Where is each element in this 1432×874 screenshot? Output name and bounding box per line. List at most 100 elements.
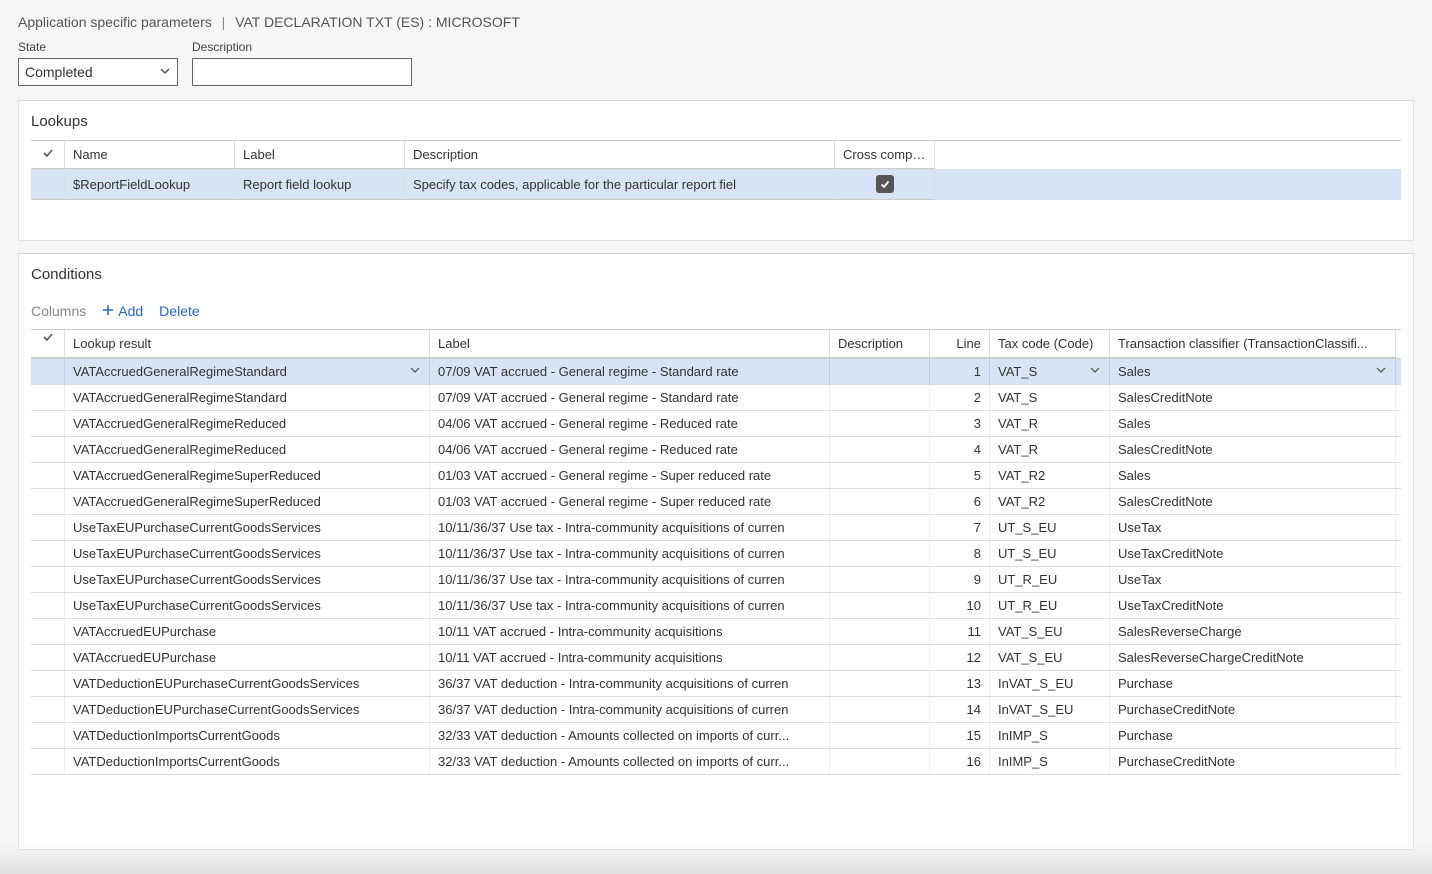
row-selector-cell[interactable] (31, 489, 65, 514)
cond-cell-taxcode[interactable]: VAT_R (990, 437, 1110, 462)
cond-cell-label[interactable]: 10/11/36/37 Use tax - Intra-community ac… (430, 515, 830, 540)
cond-cell-classifier[interactable]: Sales (1110, 359, 1396, 384)
cond-cell-classifier[interactable]: SalesCreditNote (1110, 489, 1396, 514)
cond-cell-lookup-result[interactable]: UseTaxEUPurchaseCurrentGoodsServices (65, 541, 430, 566)
cond-cell-line[interactable]: 9 (930, 567, 990, 592)
cond-cell-lookup-result[interactable]: VATAccruedGeneralRegimeSuperReduced (65, 489, 430, 514)
cond-cell-classifier[interactable]: Sales (1110, 411, 1396, 436)
cond-cell-description[interactable] (830, 515, 930, 540)
cond-cell-classifier[interactable]: SalesReverseCharge (1110, 619, 1396, 644)
cond-cell-description[interactable] (830, 411, 930, 436)
conditions-row[interactable]: VATAccruedGeneralRegimeReduced04/06 VAT … (31, 411, 1401, 437)
cond-cell-label[interactable]: 04/06 VAT accrued - General regime - Red… (430, 411, 830, 436)
cond-cell-taxcode[interactable]: InVAT_S_EU (990, 671, 1110, 696)
cond-cell-line[interactable]: 13 (930, 671, 990, 696)
row-selector-cell[interactable] (31, 697, 65, 722)
conditions-row[interactable]: VATAccruedGeneralRegimeStandard07/09 VAT… (31, 385, 1401, 411)
cond-cell-description[interactable] (830, 463, 930, 488)
cond-cell-lookup-result[interactable]: VATAccruedGeneralRegimeStandard (65, 385, 430, 410)
cond-cell-line[interactable]: 12 (930, 645, 990, 670)
row-selector-cell[interactable] (31, 385, 65, 410)
cond-cell-classifier[interactable]: UseTaxCreditNote (1110, 541, 1396, 566)
row-selector-cell[interactable] (31, 411, 65, 436)
cond-cell-classifier[interactable]: Sales (1110, 463, 1396, 488)
cond-cell-line[interactable]: 7 (930, 515, 990, 540)
row-selector-cell[interactable] (31, 619, 65, 644)
cond-cell-lookup-result[interactable]: UseTaxEUPurchaseCurrentGoodsServices (65, 593, 430, 618)
cond-cell-label[interactable]: 01/03 VAT accrued - General regime - Sup… (430, 489, 830, 514)
cond-cell-classifier[interactable]: UseTaxCreditNote (1110, 593, 1396, 618)
cond-cell-label[interactable]: 10/11/36/37 Use tax - Intra-community ac… (430, 567, 830, 592)
row-selector-cell[interactable] (31, 671, 65, 696)
cond-cell-description[interactable] (830, 671, 930, 696)
row-selector-cell[interactable] (31, 437, 65, 462)
cond-cell-description[interactable] (830, 749, 930, 774)
cond-cell-classifier[interactable]: UseTax (1110, 567, 1396, 592)
cond-cell-taxcode[interactable]: InVAT_S_EU (990, 697, 1110, 722)
cond-col-classifier[interactable]: Transaction classifier (TransactionClass… (1110, 330, 1396, 358)
row-selector-cell[interactable] (31, 567, 65, 592)
cond-cell-lookup-result[interactable]: VATAccruedGeneralRegimeReduced (65, 411, 430, 436)
row-selector-cell[interactable] (31, 645, 65, 670)
lookups-row[interactable]: $ReportFieldLookupReport field lookupSpe… (31, 169, 1401, 200)
cond-cell-label[interactable]: 36/37 VAT deduction - Intra-community ac… (430, 697, 830, 722)
row-selector-cell[interactable] (31, 515, 65, 540)
conditions-row[interactable]: VATAccruedGeneralRegimeStandard07/09 VAT… (31, 359, 1401, 385)
cond-cell-description[interactable] (830, 645, 930, 670)
cond-cell-classifier[interactable]: SalesCreditNote (1110, 437, 1396, 462)
conditions-row[interactable]: VATDeductionImportsCurrentGoods32/33 VAT… (31, 749, 1401, 775)
conditions-row[interactable]: UseTaxEUPurchaseCurrentGoodsServices10/1… (31, 593, 1401, 619)
lookups-col-name[interactable]: Name (65, 141, 235, 169)
cond-cell-taxcode[interactable]: InIMP_S (990, 723, 1110, 748)
lookups-cell-description[interactable]: Specify tax codes, applicable for the pa… (405, 169, 835, 200)
lookups-cell-crosscompany[interactable] (835, 169, 935, 200)
cond-cell-classifier[interactable]: PurchaseCreditNote (1110, 749, 1396, 774)
cond-cell-label[interactable]: 10/11 VAT accrued - Intra-community acqu… (430, 645, 830, 670)
cond-cell-line[interactable]: 4 (930, 437, 990, 462)
lookups-cell-name[interactable]: $ReportFieldLookup (65, 169, 235, 200)
cond-cell-taxcode[interactable]: UT_S_EU (990, 515, 1110, 540)
row-selector-cell[interactable] (31, 169, 65, 200)
row-selector-cell[interactable] (31, 359, 65, 384)
row-selector-cell[interactable] (31, 723, 65, 748)
cond-cell-label[interactable]: 04/06 VAT accrued - General regime - Red… (430, 437, 830, 462)
cond-cell-taxcode[interactable]: VAT_S (990, 385, 1110, 410)
cond-cell-lookup-result[interactable]: UseTaxEUPurchaseCurrentGoodsServices (65, 515, 430, 540)
cond-cell-description[interactable] (830, 567, 930, 592)
cond-cell-line[interactable]: 6 (930, 489, 990, 514)
cond-cell-classifier[interactable]: Purchase (1110, 723, 1396, 748)
lookups-cell-label[interactable]: Report field lookup (235, 169, 405, 200)
cond-cell-label[interactable]: 32/33 VAT deduction - Amounts collected … (430, 723, 830, 748)
cond-cell-line[interactable]: 2 (930, 385, 990, 410)
cond-cell-label[interactable]: 36/37 VAT deduction - Intra-community ac… (430, 671, 830, 696)
conditions-row[interactable]: VATAccruedGeneralRegimeSuperReduced01/03… (31, 463, 1401, 489)
cond-cell-taxcode[interactable]: UT_R_EU (990, 593, 1110, 618)
cond-cell-lookup-result[interactable]: VATAccruedGeneralRegimeReduced (65, 437, 430, 462)
conditions-row[interactable]: VATAccruedEUPurchase10/11 VAT accrued - … (31, 619, 1401, 645)
cond-cell-description[interactable] (830, 593, 930, 618)
cond-cell-lookup-result[interactable]: UseTaxEUPurchaseCurrentGoodsServices (65, 567, 430, 592)
cond-cell-label[interactable]: 10/11 VAT accrued - Intra-community acqu… (430, 619, 830, 644)
cond-cell-description[interactable] (830, 489, 930, 514)
conditions-row[interactable]: VATAccruedGeneralRegimeReduced04/06 VAT … (31, 437, 1401, 463)
cond-col-label[interactable]: Label (430, 330, 830, 358)
cond-cell-description[interactable] (830, 385, 930, 410)
cond-cell-line[interactable]: 15 (930, 723, 990, 748)
cond-cell-description[interactable] (830, 437, 930, 462)
cond-cell-taxcode[interactable]: VAT_S_EU (990, 645, 1110, 670)
conditions-row[interactable]: VATAccruedEUPurchase10/11 VAT accrued - … (31, 645, 1401, 671)
cond-cell-line[interactable]: 14 (930, 697, 990, 722)
cond-cell-taxcode[interactable]: VAT_S_EU (990, 619, 1110, 644)
cond-cell-line[interactable]: 5 (930, 463, 990, 488)
cond-cell-description[interactable] (830, 359, 930, 384)
row-selector-cell[interactable] (31, 463, 65, 488)
conditions-row[interactable]: UseTaxEUPurchaseCurrentGoodsServices10/1… (31, 515, 1401, 541)
row-selector-cell[interactable] (31, 593, 65, 618)
cond-cell-taxcode[interactable]: VAT_S (990, 359, 1110, 384)
cond-cell-taxcode[interactable]: VAT_R (990, 411, 1110, 436)
description-input[interactable] (192, 58, 412, 86)
cond-cell-description[interactable] (830, 541, 930, 566)
cond-cell-lookup-result[interactable]: VATAccruedEUPurchase (65, 645, 430, 670)
cond-cell-lookup-result[interactable]: VATDeductionEUPurchaseCurrentGoodsServic… (65, 671, 430, 696)
conditions-row[interactable]: VATAccruedGeneralRegimeSuperReduced01/03… (31, 489, 1401, 515)
